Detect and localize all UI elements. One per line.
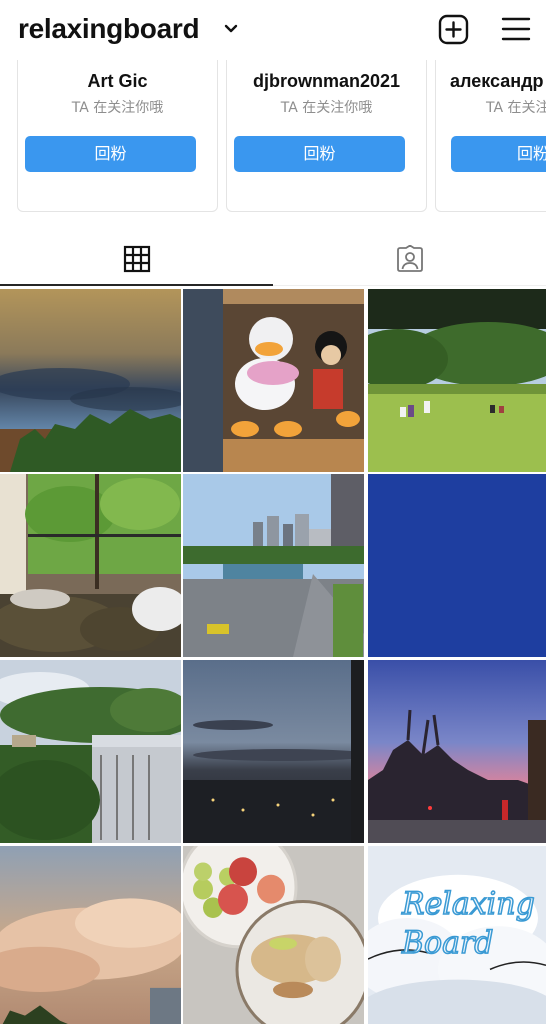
post-thumbnail[interactable] xyxy=(183,660,364,843)
follow-back-button[interactable]: 回粉 xyxy=(25,136,196,172)
post-thumbnail[interactable]: Relaxing Board xyxy=(368,846,546,1024)
post-thumbnail[interactable] xyxy=(0,289,181,472)
profile-username[interactable]: relaxingboard xyxy=(18,13,200,45)
post-thumbnail[interactable] xyxy=(368,289,546,472)
tagged-user-icon xyxy=(396,245,423,272)
post-thumbnail[interactable] xyxy=(368,474,546,657)
post-thumbnail[interactable] xyxy=(183,289,364,472)
suggested-accounts: Art Gic TA 在关注你哦 回粉 djbrownman2021 TA 在关… xyxy=(0,60,546,220)
post-thumbnail[interactable] xyxy=(0,660,181,843)
suggested-subtitle: TA 在关注你哦 xyxy=(486,100,546,116)
suggested-subtitle: TA 在关注你哦 xyxy=(71,100,164,116)
grid-icon xyxy=(123,245,150,273)
suggested-name: александр xyxy=(450,71,544,91)
tab-tagged[interactable] xyxy=(273,220,546,286)
post-thumbnail[interactable] xyxy=(368,660,546,843)
post-overlay-line-2: Board xyxy=(401,926,493,961)
suggested-card[interactable]: Art Gic TA 在关注你哦 回粉 xyxy=(17,60,218,212)
profile-header: relaxingboard xyxy=(0,0,546,60)
profile-tabs xyxy=(0,220,546,286)
post-thumbnail[interactable] xyxy=(0,474,181,657)
post-thumbnail[interactable] xyxy=(0,846,181,1024)
suggested-subtitle: TA 在关注你哦 xyxy=(280,100,373,116)
follow-back-button[interactable]: 回粉 xyxy=(234,136,405,172)
suggested-name: djbrownman2021 xyxy=(252,71,401,91)
plus-square-icon[interactable] xyxy=(438,14,469,45)
menu-icon[interactable] xyxy=(501,16,531,42)
tab-posts-grid[interactable] xyxy=(0,220,273,286)
follow-back-button[interactable]: 回粉 xyxy=(451,136,546,172)
chevron-down-icon[interactable] xyxy=(224,22,238,36)
suggested-card[interactable]: djbrownman2021 TA 在关注你哦 回粉 xyxy=(226,60,427,212)
post-thumbnail[interactable] xyxy=(183,474,364,657)
post-thumbnail[interactable] xyxy=(183,846,364,1024)
suggested-name: Art Gic xyxy=(87,71,148,91)
suggested-card[interactable]: александр TA 在关注你哦 回粉 xyxy=(435,60,546,212)
post-overlay-line-1: Relaxing xyxy=(401,886,535,921)
